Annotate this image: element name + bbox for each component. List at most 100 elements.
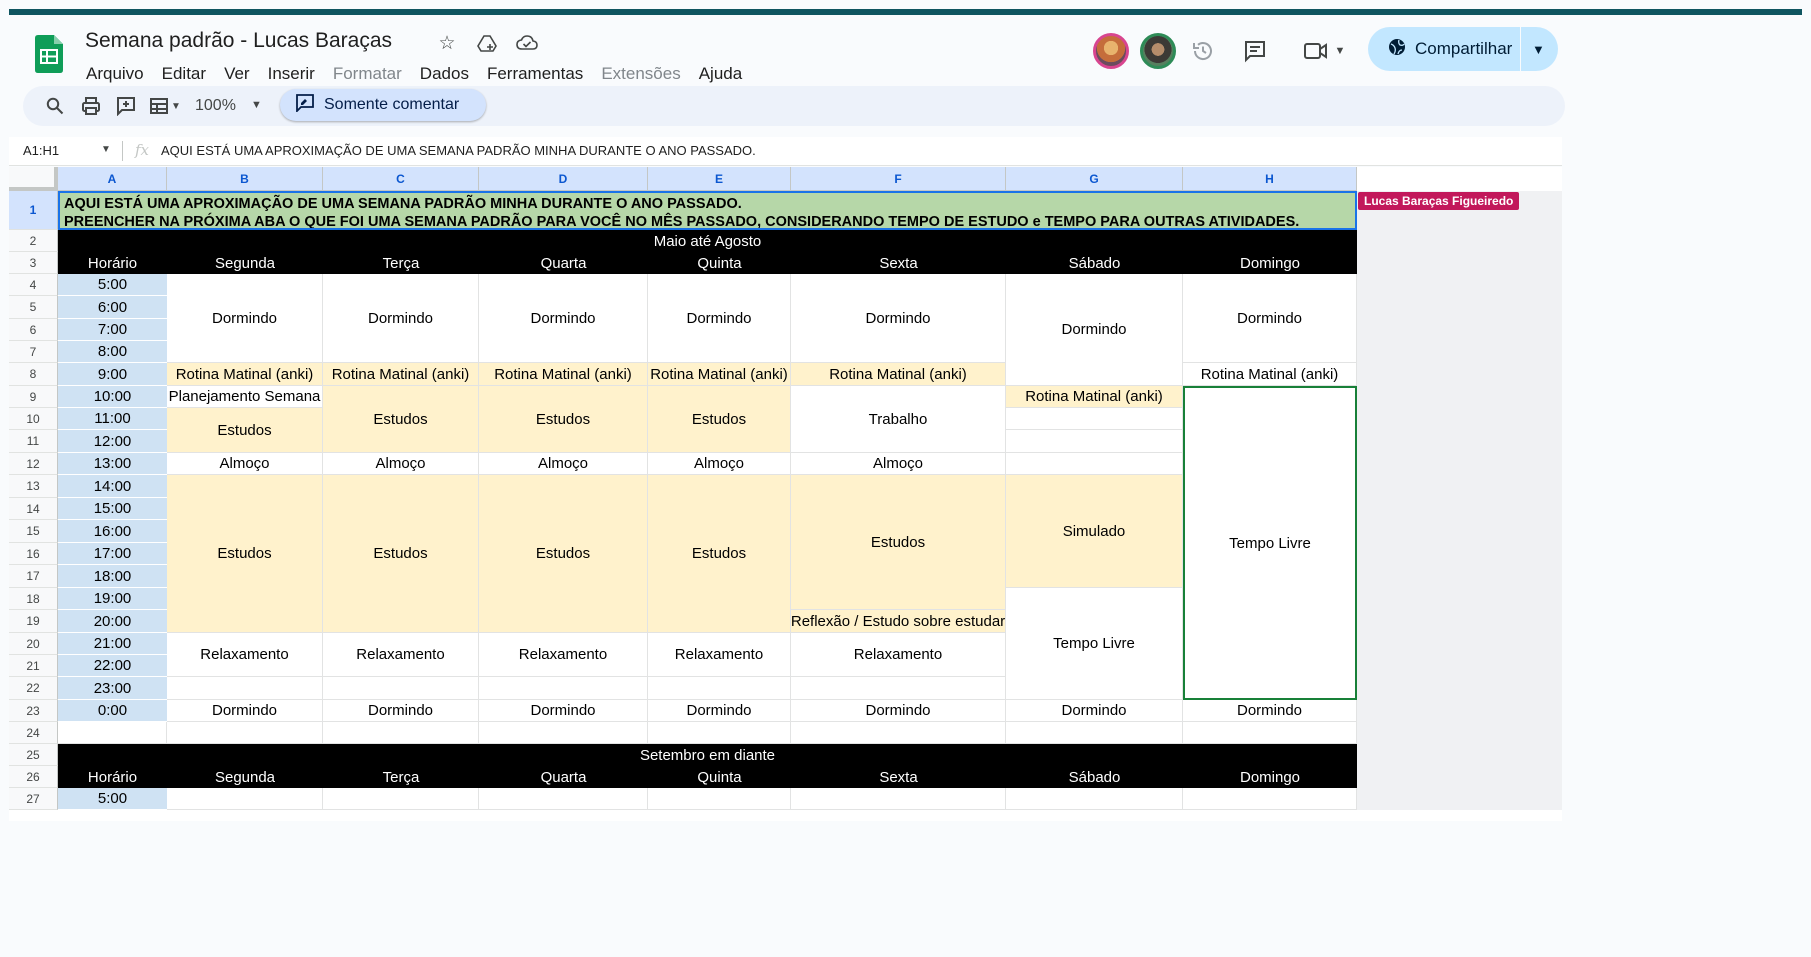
- menu-editar[interactable]: Editar: [153, 64, 215, 84]
- row-header[interactable]: 26: [9, 766, 58, 788]
- row-header[interactable]: 3: [9, 252, 58, 274]
- day-header[interactable]: Quinta: [648, 252, 791, 274]
- schedule-cell[interactable]: [1006, 453, 1183, 475]
- name-box[interactable]: A1:H1: [23, 143, 59, 158]
- banner-cell[interactable]: AQUI ESTÁ UMA APROXIMAÇÃO DE UMA SEMANA …: [58, 191, 1357, 230]
- schedule-cell[interactable]: [648, 677, 791, 700]
- schedule-cell[interactable]: Almoço: [167, 453, 323, 475]
- row-header[interactable]: 15: [9, 520, 58, 543]
- day-header[interactable]: Quarta: [479, 766, 648, 788]
- schedule-cell[interactable]: Almoço: [323, 453, 479, 475]
- schedule-cell[interactable]: Rotina Matinal (anki): [791, 363, 1006, 386]
- time-cell[interactable]: 13:00: [58, 453, 167, 475]
- time-cell[interactable]: 9:00: [58, 363, 167, 386]
- row-header[interactable]: 5: [9, 296, 58, 319]
- schedule-cell[interactable]: Estudos: [323, 386, 479, 453]
- row-header[interactable]: 25: [9, 744, 58, 766]
- schedule-cell[interactable]: Estudos: [167, 408, 323, 453]
- day-header[interactable]: Horário: [58, 766, 167, 788]
- day-header[interactable]: Sábado: [1006, 252, 1183, 274]
- row-header[interactable]: 4: [9, 274, 58, 296]
- day-header[interactable]: Sexta: [791, 252, 1006, 274]
- row-header[interactable]: 17: [9, 565, 58, 588]
- row-header[interactable]: 21: [9, 655, 58, 677]
- schedule-cell[interactable]: Rotina Matinal (anki): [323, 363, 479, 386]
- day-header[interactable]: Domingo: [1183, 252, 1357, 274]
- schedule-cell[interactable]: [167, 677, 323, 700]
- formula-input[interactable]: AQUI ESTÁ UMA APROXIMAÇÃO DE UMA SEMANA …: [161, 143, 756, 158]
- row-header[interactable]: 20: [9, 633, 58, 655]
- schedule-cell[interactable]: Rotina Matinal (anki): [1183, 363, 1357, 386]
- schedule-cell[interactable]: Dormindo: [791, 274, 1006, 363]
- day-header[interactable]: Sexta: [791, 766, 1006, 788]
- menu-ajuda[interactable]: Ajuda: [690, 64, 751, 84]
- time-cell[interactable]: 5:00: [58, 788, 167, 810]
- column-header[interactable]: A: [58, 167, 167, 191]
- schedule-cell[interactable]: Dormindo: [323, 274, 479, 363]
- column-header[interactable]: F: [791, 167, 1006, 191]
- column-header[interactable]: B: [167, 167, 323, 191]
- row-header[interactable]: 10: [9, 408, 58, 430]
- time-cell[interactable]: 15:00: [58, 498, 167, 520]
- document-title[interactable]: Semana padrão - Lucas Baraças: [85, 29, 392, 53]
- menu-ferramentas[interactable]: Ferramentas: [478, 64, 592, 84]
- print-icon[interactable]: [79, 94, 103, 118]
- schedule-cell[interactable]: Dormindo: [323, 700, 479, 722]
- filter-views-icon[interactable]: ▼: [147, 94, 183, 118]
- schedule-cell[interactable]: Dormindo: [479, 700, 648, 722]
- schedule-cell[interactable]: Trabalho: [791, 386, 1006, 453]
- select-all-corner[interactable]: [9, 167, 58, 191]
- menu-arquivo[interactable]: Arquivo: [86, 64, 153, 84]
- row-header[interactable]: 11: [9, 430, 58, 453]
- row-header[interactable]: 8: [9, 363, 58, 386]
- row-header[interactable]: 19: [9, 610, 58, 633]
- time-cell[interactable]: 10:00: [58, 386, 167, 408]
- schedule-cell[interactable]: Rotina Matinal (anki): [1006, 386, 1183, 408]
- schedule-cell[interactable]: Estudos: [791, 475, 1006, 610]
- chevron-down-icon[interactable]: ▼: [1335, 45, 1346, 57]
- day-header[interactable]: Terça: [323, 766, 479, 788]
- time-cell[interactable]: 14:00: [58, 475, 167, 498]
- schedule-cell[interactable]: [479, 677, 648, 700]
- row-header[interactable]: 23: [9, 700, 58, 722]
- time-cell[interactable]: 16:00: [58, 520, 167, 543]
- schedule-cell[interactable]: Almoço: [648, 453, 791, 475]
- schedule-cell[interactable]: Estudos: [167, 475, 323, 633]
- zoom-dropdown-icon[interactable]: ▼: [251, 99, 262, 111]
- schedule-cell[interactable]: Relaxamento: [323, 633, 479, 677]
- schedule-cell[interactable]: Estudos: [648, 386, 791, 453]
- time-cell[interactable]: 7:00: [58, 319, 167, 341]
- time-cell[interactable]: 18:00: [58, 565, 167, 588]
- version-history-icon[interactable]: [1189, 37, 1217, 65]
- row-header[interactable]: 24: [9, 722, 58, 744]
- menu-ver[interactable]: Ver: [215, 64, 259, 84]
- row-header[interactable]: 7: [9, 341, 58, 363]
- time-cell[interactable]: 6:00: [58, 296, 167, 319]
- time-cell[interactable]: 20:00: [58, 610, 167, 633]
- row-header[interactable]: 2: [9, 230, 58, 252]
- schedule-cell[interactable]: Dormindo: [1183, 274, 1357, 363]
- schedule-cell[interactable]: Relaxamento: [791, 633, 1006, 677]
- schedule-cell[interactable]: Dormindo: [1183, 700, 1357, 722]
- row-header[interactable]: 14: [9, 498, 58, 520]
- time-cell[interactable]: 8:00: [58, 341, 167, 363]
- time-cell[interactable]: 19:00: [58, 588, 167, 610]
- time-cell[interactable]: 0:00: [58, 700, 167, 722]
- schedule-cell[interactable]: Dormindo: [791, 700, 1006, 722]
- schedule-cell[interactable]: Dormindo: [648, 700, 791, 722]
- time-cell[interactable]: 23:00: [58, 677, 167, 700]
- menu-dados[interactable]: Dados: [411, 64, 478, 84]
- time-cell[interactable]: 12:00: [58, 430, 167, 453]
- share-dropdown-icon[interactable]: ▼: [1532, 42, 1545, 57]
- day-header[interactable]: Quarta: [479, 252, 648, 274]
- day-header[interactable]: Domingo: [1183, 766, 1357, 788]
- column-header[interactable]: G: [1006, 167, 1183, 191]
- schedule-cell[interactable]: Dormindo: [479, 274, 648, 363]
- time-cell[interactable]: 21:00: [58, 633, 167, 655]
- schedule-cell[interactable]: Relaxamento: [167, 633, 323, 677]
- add-comment-icon[interactable]: [114, 94, 138, 118]
- spreadsheet-grid[interactable]: A B C D E F G H 1 2 3 4 5 6 7 8 9 10 11 12 13 14 15 16 17 18 19 20 2…: [9, 167, 1562, 821]
- schedule-cell[interactable]: [791, 677, 1006, 700]
- schedule-cell[interactable]: [1006, 408, 1183, 430]
- zoom-level[interactable]: 100%: [195, 97, 236, 115]
